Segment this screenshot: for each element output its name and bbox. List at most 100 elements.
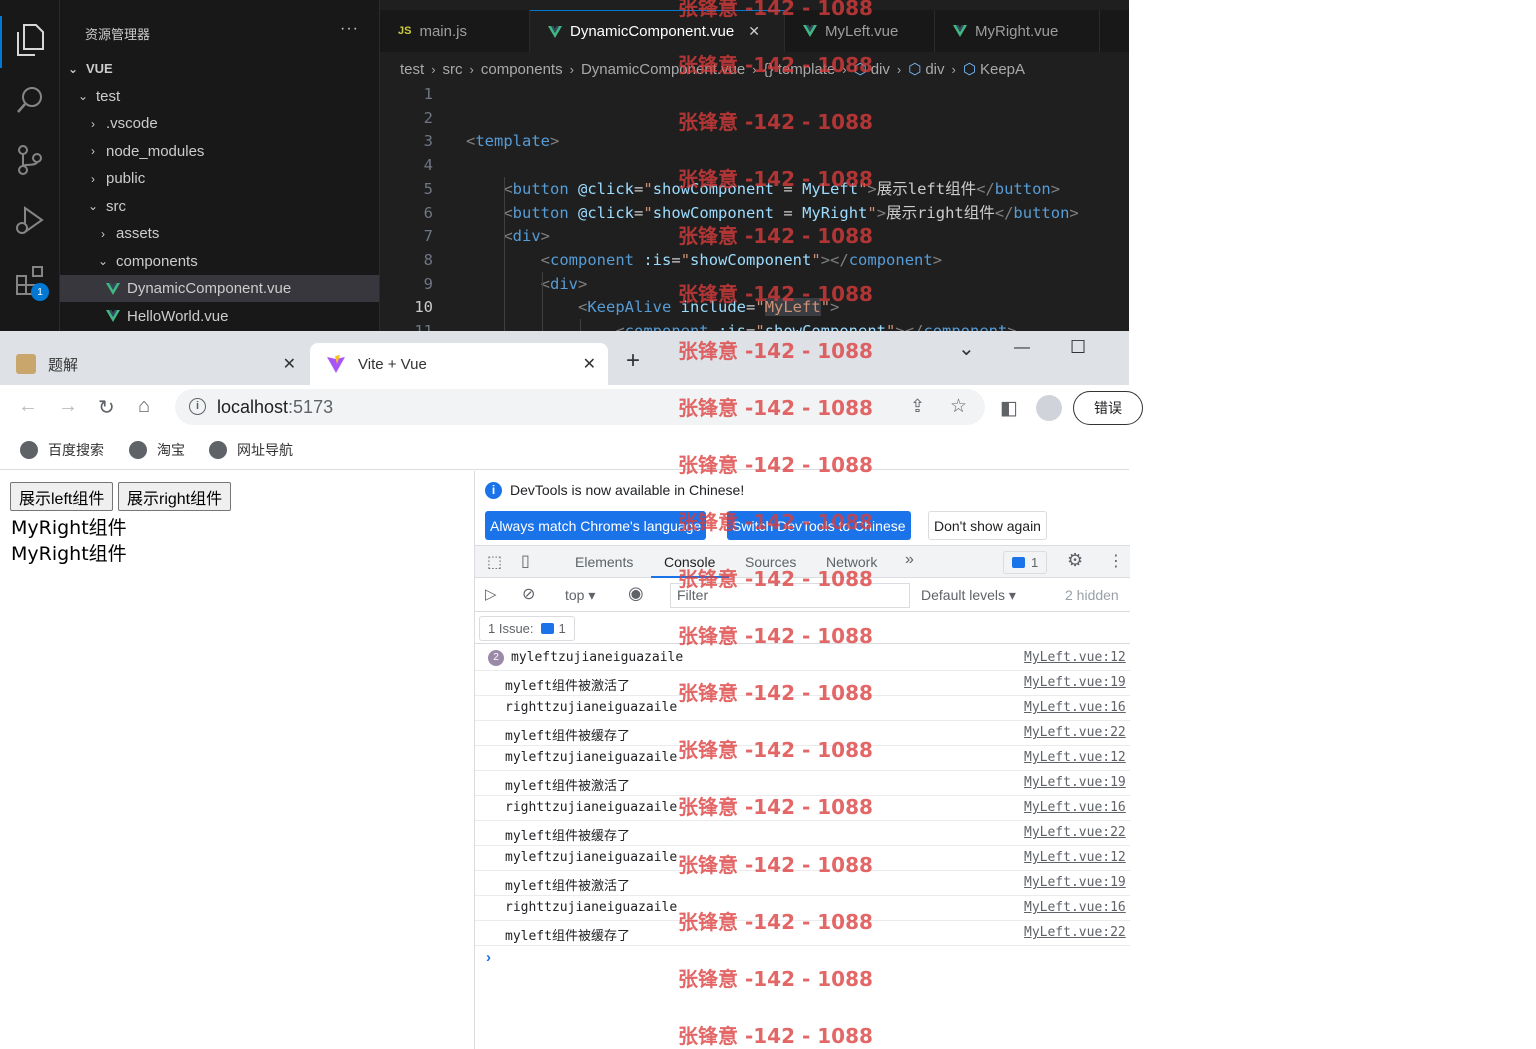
- breadcrumb-item[interactable]: KeepA: [980, 61, 1025, 78]
- error-button[interactable]: 错误: [1073, 391, 1143, 425]
- log-source-link[interactable]: MyLeft.vue:22: [1024, 825, 1126, 840]
- editor-tab[interactable]: DynamicComponent.vue ✕: [530, 10, 785, 52]
- log-levels-select[interactable]: Default levels ▾: [921, 587, 1016, 604]
- side-panel-icon[interactable]: ◧: [1000, 397, 1018, 420]
- match-language-button[interactable]: Always match Chrome's language: [485, 511, 707, 540]
- tree-folder[interactable]: ⌄ test: [60, 83, 379, 110]
- tree-label: assets: [116, 225, 160, 242]
- home-icon[interactable]: ⌂: [138, 395, 150, 418]
- tree-folder[interactable]: ⌄ VUE: [60, 55, 379, 82]
- tree-file[interactable]: DynamicComponent.vue: [60, 275, 379, 302]
- editor-tab[interactable]: MyLeft.vue: [785, 10, 935, 52]
- tab-search-icon[interactable]: ⌄: [958, 336, 975, 361]
- console-log-row: myleft组件被缓存了 MyLeft.vue:22: [475, 921, 1130, 946]
- tab-sources[interactable]: Sources: [745, 554, 796, 570]
- site-info-icon[interactable]: i: [189, 398, 206, 415]
- show-left-button[interactable]: 展示left组件: [10, 482, 114, 511]
- log-source-link[interactable]: MyLeft.vue:19: [1024, 675, 1126, 690]
- issue-chip[interactable]: 1 Issue: 1: [479, 616, 575, 641]
- tab-elements[interactable]: Elements: [575, 554, 633, 570]
- line-number: 5: [423, 179, 433, 198]
- bookmark-star-icon[interactable]: ☆: [950, 395, 967, 418]
- log-source-link[interactable]: MyLeft.vue:19: [1024, 775, 1126, 790]
- context-select[interactable]: top ▾: [565, 587, 595, 604]
- chevron-down-icon: ⌄: [77, 89, 89, 103]
- settings-gear-icon[interactable]: ⚙: [1067, 550, 1083, 571]
- activity-active-indicator: [0, 16, 2, 68]
- tree-folder[interactable]: › public: [60, 165, 379, 192]
- source-control-icon[interactable]: [12, 142, 48, 178]
- tree-folder[interactable]: › .vscode: [60, 110, 379, 137]
- switch-chinese-button[interactable]: Switch DevTools to Chinese: [727, 511, 911, 540]
- console-prompt-icon[interactable]: ›: [486, 949, 491, 966]
- tree-folder[interactable]: ⌄ src: [60, 193, 379, 220]
- share-icon[interactable]: ⇪: [910, 396, 925, 417]
- profile-avatar-icon[interactable]: [1036, 395, 1062, 421]
- page-viewport: 展示left组件 展示right组件 MyRight组件 MyRight组件: [0, 471, 474, 1049]
- device-toolbar-icon[interactable]: ▯: [521, 551, 530, 571]
- breadcrumb-item[interactable]: div: [871, 61, 890, 78]
- browser-tab-tijie[interactable]: 题解 ✕: [0, 343, 308, 385]
- tab-network[interactable]: Network: [826, 554, 877, 570]
- tree-folder[interactable]: ⌄ components: [60, 248, 379, 275]
- close-tab-icon[interactable]: ✕: [283, 354, 296, 374]
- console-log-row: 2 myleftzujianeiguazaile MyLeft.vue:12: [475, 646, 1130, 671]
- maximize-button[interactable]: ☐: [1070, 337, 1086, 358]
- forward-icon[interactable]: →: [58, 395, 78, 418]
- search-icon[interactable]: [12, 82, 48, 118]
- bookmark-nav[interactable]: 网址导航: [209, 440, 293, 460]
- code-line: 10 <KeepAlive include="MyLeft">: [380, 295, 1129, 319]
- breadcrumb-item[interactable]: div: [925, 61, 944, 78]
- breadcrumb-item[interactable]: components: [481, 61, 563, 78]
- tab-console[interactable]: Console: [664, 554, 715, 570]
- issues-counter[interactable]: 1: [1003, 551, 1048, 574]
- editor-tab-label: DynamicComponent.vue: [570, 23, 735, 40]
- console-log-row: myleft组件被激活了 MyLeft.vue:19: [475, 871, 1130, 896]
- tree-file[interactable]: HelloWorld.vue: [60, 303, 379, 330]
- new-tab-button[interactable]: +: [626, 347, 640, 375]
- close-tab-icon[interactable]: ✕: [748, 23, 760, 40]
- address-bar[interactable]: i localhost:5173 ⇪ ☆: [175, 389, 985, 425]
- run-debug-icon[interactable]: [12, 202, 48, 238]
- live-expression-eye-icon[interactable]: ◉: [628, 583, 644, 604]
- log-source-link[interactable]: MyLeft.vue:22: [1024, 725, 1126, 740]
- sidebar-toggle-icon[interactable]: ▷: [485, 585, 497, 603]
- breadcrumb-item[interactable]: DynamicComponent.vue: [581, 61, 745, 78]
- log-source-link[interactable]: MyLeft.vue:16: [1024, 900, 1126, 915]
- tree-folder[interactable]: › assets: [60, 220, 379, 247]
- breadcrumb-item[interactable]: {} template: [764, 61, 836, 78]
- breadcrumb-item[interactable]: test: [400, 61, 424, 78]
- back-icon[interactable]: ←: [18, 395, 38, 418]
- log-source-link[interactable]: MyLeft.vue:22: [1024, 925, 1126, 940]
- editor-area: JS main.js DynamicComponent.vue ✕ MyLeft.vue…: [380, 0, 1129, 331]
- log-message: myleft组件被缓存了: [505, 729, 630, 744]
- inspect-element-icon[interactable]: ⬚: [487, 552, 502, 572]
- close-tab-icon[interactable]: ✕: [583, 354, 596, 374]
- console-filter-input[interactable]: Filter: [670, 583, 910, 608]
- clear-console-icon[interactable]: ⊘: [522, 584, 535, 604]
- reload-icon[interactable]: ↻: [98, 395, 115, 420]
- show-right-button[interactable]: 展示right组件: [118, 482, 232, 511]
- log-source-link[interactable]: MyLeft.vue:12: [1024, 850, 1126, 865]
- log-source-link[interactable]: MyLeft.vue:12: [1024, 750, 1126, 765]
- bookmark-taobao[interactable]: 淘宝: [129, 440, 185, 460]
- more-tabs-icon[interactable]: »: [905, 551, 914, 569]
- bookmark-baidu[interactable]: 百度搜索: [20, 440, 104, 460]
- log-source-link[interactable]: MyLeft.vue:16: [1024, 700, 1126, 715]
- explorer-icon[interactable]: [12, 22, 48, 58]
- editor-tabs: JS main.js DynamicComponent.vue ✕ MyLeft.vue…: [380, 10, 1129, 52]
- dont-show-again-button[interactable]: Don't show again: [928, 511, 1047, 540]
- log-source-link[interactable]: MyLeft.vue:16: [1024, 800, 1126, 815]
- tree-folder[interactable]: › node_modules: [60, 138, 379, 165]
- more-actions-icon[interactable]: ···: [340, 20, 359, 38]
- minimize-button[interactable]: —: [1014, 339, 1030, 357]
- browser-tab-vite-vue[interactable]: Vite + Vue ✕: [310, 343, 608, 385]
- log-source-link[interactable]: MyLeft.vue:19: [1024, 875, 1126, 890]
- breadcrumb-item[interactable]: src: [443, 61, 463, 78]
- chevron-right-icon: ›: [569, 61, 574, 77]
- log-source-link[interactable]: MyLeft.vue:12: [1024, 650, 1126, 665]
- editor-tab[interactable]: MyRight.vue: [935, 10, 1100, 52]
- editor-tab[interactable]: JS main.js: [380, 10, 530, 52]
- repeat-count-badge: 2: [488, 650, 504, 666]
- kebab-menu-icon[interactable]: ⋮: [1108, 551, 1124, 571]
